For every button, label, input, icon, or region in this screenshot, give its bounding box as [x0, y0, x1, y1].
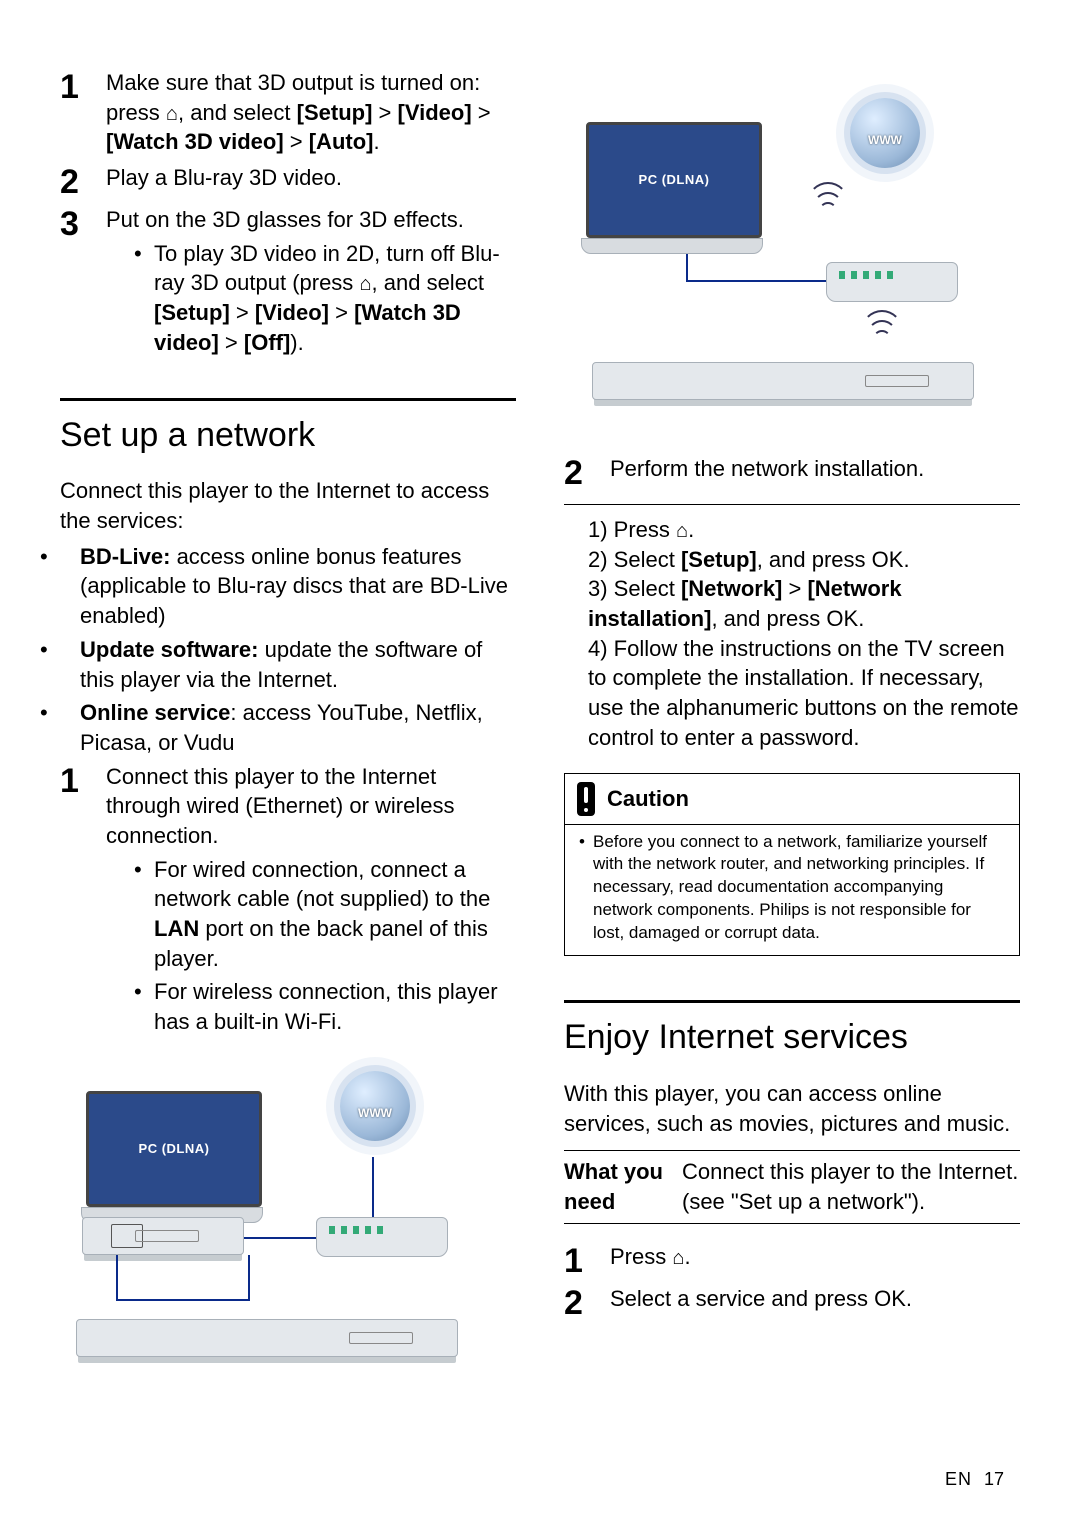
step-text: Put on the 3D glasses for 3D effects. To… [106, 205, 516, 361]
caution-icon [577, 782, 595, 816]
step-number: 2 [564, 454, 610, 490]
threeD-steps: 1 Make sure that 3D output is turned on:… [60, 68, 516, 362]
player-rear-icon [82, 1217, 244, 1255]
player-front-icon [76, 1319, 458, 1357]
step-number: 1 [60, 68, 106, 104]
footer-page: 17 [984, 1469, 1004, 1489]
caution-text: Before you connect to a network, familia… [579, 831, 1005, 946]
laptop-icon: PC (DLNA) [586, 122, 756, 254]
what-you-need-row: What you need Connect this player to the… [564, 1150, 1020, 1223]
step-number: 2 [564, 1284, 610, 1320]
sub-bullet: To play 3D video in 2D, turn off Blu-ray… [134, 239, 516, 358]
cable [372, 1157, 374, 1217]
globe-icon: WWW [340, 1071, 410, 1141]
step-text: Connect this player to the Internet thro… [106, 762, 516, 1041]
sub-bullet: For wireless connection, this player has… [134, 977, 516, 1036]
need-left: What you need [564, 1157, 682, 1216]
network-heading: Set up a network [60, 413, 516, 459]
cable [116, 1255, 118, 1301]
step-number: 1 [60, 762, 106, 798]
step-text: Make sure that 3D output is turned on: p… [106, 68, 516, 157]
network-install-steps: 1) Press . 2) Select [Setup], and press … [564, 515, 1020, 753]
step-text: Select a service and press OK. [610, 1284, 1020, 1314]
network-intro: Connect this player to the Internet to a… [60, 476, 516, 535]
wifi-icon [860, 308, 900, 348]
enjoy-steps: 1 Press . 2 Select a service and press O… [564, 1242, 1020, 1320]
cable [248, 1255, 250, 1301]
cable [686, 254, 688, 282]
network-step2: 2 Perform the network installation. [564, 454, 1020, 490]
network-services-list: BD-Live: access online bonus features (a… [60, 542, 516, 758]
wireless-diagram: WWW PC (DLNA) [564, 94, 1020, 414]
step-number: 3 [60, 205, 106, 241]
router-icon [316, 1217, 448, 1257]
player-front-icon [592, 362, 974, 400]
wired-diagram: WWW PC (DLNA) [60, 1067, 516, 1367]
step-text: Press . [610, 1242, 1020, 1272]
step-text: Play a Blu-ray 3D video. [106, 163, 516, 193]
sub-rule [564, 504, 1020, 505]
globe-icon: WWW [850, 98, 920, 168]
step-number: 2 [60, 163, 106, 199]
laptop-icon: PC (DLNA) [86, 1091, 256, 1223]
wifi-icon [806, 180, 846, 220]
caution-title: Caution [607, 784, 689, 814]
step-number: 1 [564, 1242, 610, 1278]
cable [116, 1299, 248, 1301]
enjoy-heading: Enjoy Internet services [564, 1015, 1020, 1061]
network-step1: 1 Connect this player to the Internet th… [60, 762, 516, 1041]
sub-bullet: For wired connection, connect a network … [134, 855, 516, 974]
list-item: Update software: update the software of … [60, 635, 516, 694]
enjoy-intro: With this player, you can access online … [564, 1079, 1020, 1138]
step-text: Perform the network installation. [610, 454, 1020, 484]
cable [686, 280, 826, 282]
laptop-screen-label: PC (DLNA) [586, 122, 762, 238]
laptop-screen-label: PC (DLNA) [86, 1091, 262, 1207]
list-item: Online service: access YouTube, Netflix,… [60, 698, 516, 757]
router-icon [826, 262, 958, 302]
footer-lang: EN [945, 1469, 972, 1489]
need-right: Connect this player to the Internet. (se… [682, 1157, 1020, 1216]
section-rule [60, 398, 516, 401]
section-rule [564, 1000, 1020, 1003]
caution-box: Caution Before you connect to a network,… [564, 773, 1020, 957]
list-item: BD-Live: access online bonus features (a… [60, 542, 516, 631]
page-footer: EN 17 [945, 1467, 1004, 1491]
